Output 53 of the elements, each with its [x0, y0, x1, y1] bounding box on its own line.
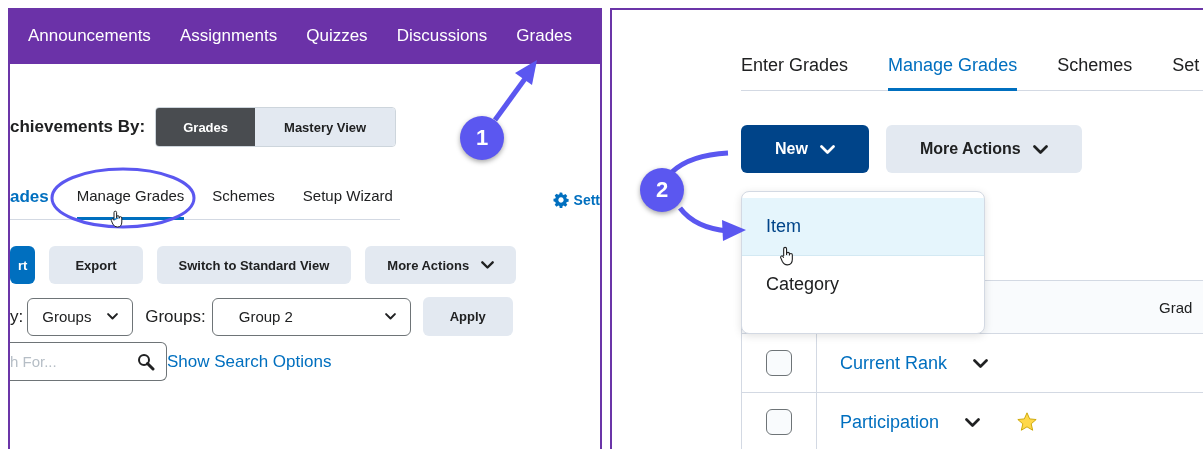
nav-link[interactable]: Assignments — [179, 26, 278, 46]
nav-link[interactable]: Discussions — [396, 26, 488, 46]
hand-cursor-icon — [779, 246, 795, 266]
settings-link[interactable]: Sett — [552, 191, 600, 208]
chevron-icon — [107, 313, 119, 320]
nav-link[interactable]: Quizzes — [306, 26, 368, 46]
more-actions-button[interactable]: More Actions — [885, 125, 1082, 173]
tab[interactable]: Setup Wizard — [302, 179, 393, 220]
checkbox[interactable] — [766, 409, 792, 435]
action-button[interactable]: Switch to Standard View — [156, 246, 352, 284]
chevron-icon — [819, 144, 835, 154]
toggle-option[interactable]: Mastery View — [255, 108, 396, 146]
chevron-icon — [965, 417, 981, 427]
menu-item[interactable]: Category — [742, 256, 984, 313]
apply-button[interactable]: Apply — [422, 297, 513, 336]
chevron-icon — [973, 358, 989, 368]
tab[interactable]: Manage Grades — [888, 55, 1018, 91]
tab[interactable]: Schemes — [1057, 55, 1133, 91]
group-select[interactable]: Group 2 — [211, 297, 411, 336]
view-label: chievements By: — [10, 117, 146, 137]
settings-icon — [552, 191, 569, 208]
tab[interactable]: Enter Grades — [741, 55, 849, 91]
column-header: Grad — [1159, 298, 1193, 316]
step-number: 1 — [460, 116, 504, 160]
arrow — [678, 206, 746, 241]
view-type-select[interactable]: Groups — [27, 297, 134, 336]
chevron-icon — [481, 261, 495, 269]
curve-line — [670, 150, 729, 174]
chevron-icon — [1032, 144, 1048, 154]
action-button[interactable]: New — [741, 125, 869, 173]
grade-item-link[interactable]: Current Rank — [840, 352, 948, 374]
hand-cursor-icon — [110, 210, 124, 228]
search-options-link[interactable]: Show Search Options — [167, 351, 332, 372]
more-actions-button[interactable]: More Actions — [365, 246, 517, 284]
arrow — [492, 60, 537, 122]
chevron-icon — [384, 313, 396, 320]
tab-link[interactable]: ades — [10, 179, 49, 220]
nav-link[interactable]: Grades — [516, 26, 573, 46]
action-button[interactable]: rt — [10, 246, 36, 284]
search-icon — [137, 352, 155, 371]
nav-link[interactable]: Announcements — [28, 26, 151, 46]
action-button[interactable]: Export — [49, 246, 143, 284]
grade-item-link[interactable]: Participation — [840, 411, 940, 433]
filter-label: y: — [10, 306, 24, 327]
star-icon — [1016, 411, 1039, 433]
step-number: 2 — [640, 168, 684, 212]
search-field[interactable]: h For... — [10, 342, 167, 381]
groups-label: Groups: — [145, 306, 206, 327]
toggle-option[interactable]: Grades — [156, 108, 256, 146]
checkbox[interactable] — [766, 350, 792, 376]
menu-item[interactable]: Item — [742, 198, 984, 256]
tab[interactable]: Schemes — [212, 179, 275, 220]
tab[interactable]: Set — [1172, 55, 1200, 91]
